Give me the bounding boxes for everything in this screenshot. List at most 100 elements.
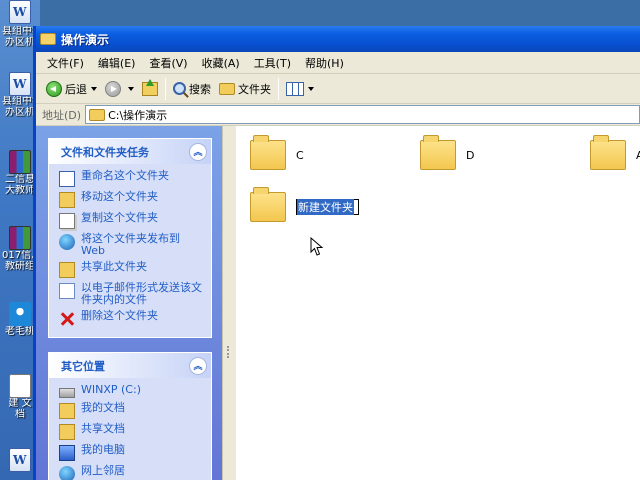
other-places-header[interactable]: 其它位置 ︽ [49, 353, 211, 378]
place-label: WINXP (C:) [81, 383, 141, 396]
laomaotao-icon [9, 302, 31, 326]
back-button[interactable]: 后退 [42, 77, 101, 101]
menu-edit[interactable]: 编辑(E) [91, 55, 143, 71]
folder-item[interactable]: A [590, 135, 640, 170]
collapse-chevron-icon[interactable]: ︽ [189, 356, 207, 375]
pane-splitter[interactable] [222, 126, 236, 480]
folder-icon [590, 135, 626, 170]
place-my-computer[interactable]: 我的电脑 [59, 444, 203, 461]
rename-icon [59, 171, 75, 187]
file-tasks-header[interactable]: 文件和文件夹任务 ︽ [49, 139, 211, 164]
task-pane: 文件和文件夹任务 ︽ 重命名这个文件夹 移动这个文件夹 复制这个文件夹 将这个文… [36, 126, 222, 480]
explorer-content: 文件和文件夹任务 ︽ 重命名这个文件夹 移动这个文件夹 复制这个文件夹 将这个文… [36, 126, 640, 480]
folder-name: C [296, 148, 304, 162]
drive-icon [59, 388, 75, 398]
place-shared-documents[interactable]: 共享文档 [59, 423, 203, 440]
views-button[interactable] [282, 77, 318, 101]
my-computer-icon [59, 445, 75, 461]
text-doc-icon [9, 374, 31, 398]
my-documents-icon [59, 403, 75, 419]
task-label: 重命名这个文件夹 [81, 169, 169, 182]
back-label: 后退 [65, 82, 87, 96]
splitter-grip [227, 346, 231, 358]
task-move[interactable]: 移动这个文件夹 [59, 191, 203, 208]
file-tasks-title: 文件和文件夹任务 [61, 145, 149, 159]
task-share[interactable]: 共享此文件夹 [59, 261, 203, 278]
folder-item-renaming[interactable]: 新建文件夹 [250, 187, 359, 222]
menu-help[interactable]: 帮助(H) [298, 55, 351, 71]
rename-selected-text: 新建文件夹 [297, 199, 354, 215]
place-drive-c[interactable]: WINXP (C:) [59, 384, 203, 398]
folder-icon [40, 33, 56, 45]
address-path: C:\操作演示 [108, 108, 168, 122]
task-label: 共享此文件夹 [81, 260, 147, 273]
task-label: 删除这个文件夹 [81, 309, 158, 322]
place-label: 共享文档 [81, 422, 125, 435]
explorer-window: 操作演示 文件(F) 编辑(E) 查看(V) 收藏(A) 工具(T) 帮助(H)… [33, 26, 640, 480]
folders-button[interactable]: 文件夹 [215, 77, 275, 101]
views-icon [286, 81, 304, 96]
collapse-chevron-icon[interactable]: ︽ [189, 142, 207, 161]
folder-name: A [636, 148, 640, 162]
winrar-archive-icon [9, 150, 31, 174]
other-places-title: 其它位置 [61, 359, 105, 373]
task-label: 复制这个文件夹 [81, 211, 158, 224]
winrar-archive-icon [9, 226, 31, 250]
task-label: 以电子邮件形式发送该文件夹内的文件 [81, 281, 202, 306]
task-label: 移动这个文件夹 [81, 190, 158, 203]
share-icon [59, 262, 75, 278]
search-icon [173, 82, 186, 95]
email-icon [59, 283, 75, 299]
task-label: 将这个文件夹发布到Web [81, 232, 180, 257]
toolbar-separator [165, 77, 166, 100]
desktop-icon-word[interactable] [2, 0, 38, 24]
search-button[interactable]: 搜索 [169, 77, 215, 101]
folder-item[interactable]: C [250, 135, 304, 170]
network-places-icon [59, 466, 75, 480]
back-arrow-icon [46, 80, 62, 97]
chevron-down-icon [128, 86, 134, 91]
place-my-documents[interactable]: 我的文档 [59, 402, 203, 419]
word-doc-icon [9, 448, 31, 472]
menu-bar: 文件(F) 编辑(E) 查看(V) 收藏(A) 工具(T) 帮助(H) [36, 52, 640, 74]
move-icon [59, 192, 75, 208]
window-title: 操作演示 [61, 32, 110, 47]
up-folder-button[interactable] [138, 77, 162, 101]
place-label: 我的文档 [81, 401, 125, 414]
menu-view[interactable]: 查看(V) [142, 55, 194, 71]
chevron-down-icon [91, 86, 97, 91]
address-bar: 地址(D) C:\操作演示 [36, 104, 640, 126]
title-bar[interactable]: 操作演示 [36, 26, 640, 52]
address-label: 地址(D) [42, 108, 82, 122]
other-places-list: WINXP (C:) 我的文档 共享文档 我的电脑 网上邻居 [49, 378, 211, 480]
task-copy[interactable]: 复制这个文件夹 [59, 212, 203, 229]
file-tasks-list: 重命名这个文件夹 移动这个文件夹 复制这个文件夹 将这个文件夹发布到Web 共享… [49, 164, 211, 337]
copy-icon [59, 213, 75, 229]
folder-item[interactable]: D [420, 135, 475, 170]
task-publish-web[interactable]: 将这个文件夹发布到Web [59, 233, 203, 257]
delete-icon [59, 311, 75, 327]
search-label: 搜索 [189, 82, 211, 96]
file-list: C D A 新建文件夹 [236, 126, 640, 480]
menu-favorites[interactable]: 收藏(A) [195, 55, 247, 71]
toolbar-separator [278, 77, 279, 100]
forward-arrow-icon [105, 80, 121, 97]
chevron-down-icon [308, 86, 314, 91]
forward-button[interactable] [101, 77, 138, 101]
task-delete[interactable]: 删除这个文件夹 [59, 310, 203, 327]
menu-file[interactable]: 文件(F) [40, 55, 91, 71]
cursor-arrow-icon [310, 237, 324, 256]
folder-icon [250, 187, 286, 222]
place-network[interactable]: 网上邻居 [59, 465, 203, 480]
up-folder-icon [142, 78, 158, 96]
toolbar: 后退 搜索 文件夹 [36, 74, 640, 104]
task-rename[interactable]: 重命名这个文件夹 [59, 170, 203, 187]
task-email[interactable]: 以电子邮件形式发送该文件夹内的文件 [59, 282, 203, 306]
menu-tools[interactable]: 工具(T) [247, 55, 298, 71]
folder-name: D [466, 148, 475, 162]
address-input[interactable]: C:\操作演示 [85, 105, 640, 124]
place-label: 我的电脑 [81, 443, 125, 456]
other-places-panel: 其它位置 ︽ WINXP (C:) 我的文档 共享文档 我的电脑 网上邻居 [48, 352, 212, 480]
rename-input[interactable]: 新建文件夹 [296, 199, 359, 215]
file-tasks-panel: 文件和文件夹任务 ︽ 重命名这个文件夹 移动这个文件夹 复制这个文件夹 将这个文… [48, 138, 212, 338]
